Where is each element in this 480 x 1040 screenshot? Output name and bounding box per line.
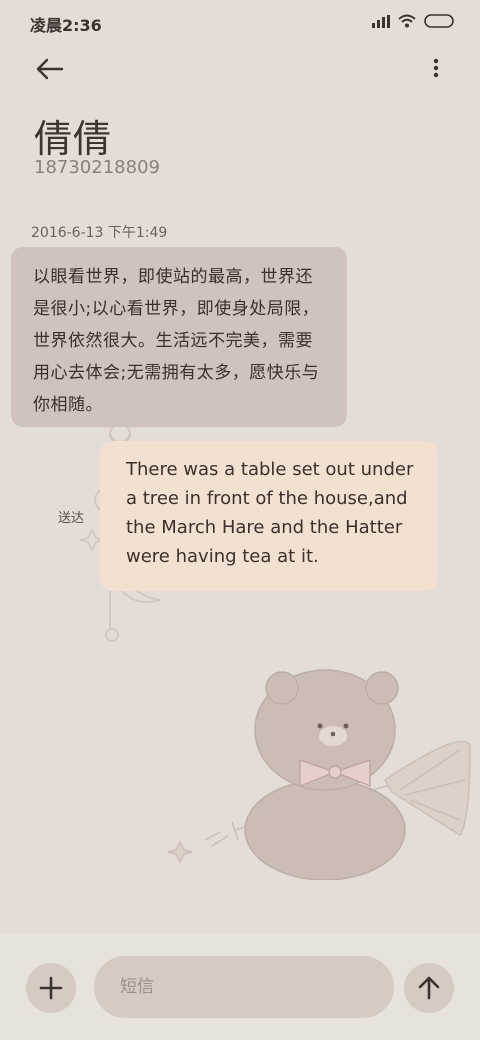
message-input[interactable]	[118, 976, 370, 998]
send-button[interactable]	[404, 963, 454, 1013]
add-attachment-button[interactable]	[26, 963, 76, 1013]
more-options-button[interactable]	[428, 52, 444, 86]
more-vertical-icon	[433, 58, 439, 78]
plus-icon	[39, 976, 63, 1000]
status-icons	[372, 12, 454, 30]
outgoing-message-text: There was a table set out under a tree i…	[126, 459, 414, 567]
status-time: 凌晨2:36	[30, 16, 102, 35]
outgoing-message-bubble[interactable]: There was a table set out under a tree i…	[100, 441, 438, 591]
arrow-left-icon	[36, 58, 64, 80]
bear-illustration-icon	[167, 669, 471, 880]
status-bar: 凌晨2:36	[0, 0, 480, 42]
top-bar	[0, 46, 480, 92]
composer-bar	[0, 934, 480, 1040]
incoming-message-text: 以眼看世界，即使站的最高，世界还是很小;以心看世界，即使身处局限，世界依然很大。…	[33, 267, 320, 415]
message-timestamp: 2016-6-13 下午1:49	[31, 225, 168, 241]
back-button[interactable]	[30, 52, 70, 86]
battery-icon	[424, 14, 454, 28]
signal-icon	[372, 14, 390, 28]
wifi-icon	[398, 14, 416, 28]
contact-number[interactable]: 18730218809	[34, 157, 160, 178]
contact-name: 倩倩	[34, 117, 113, 161]
arrow-up-icon	[418, 976, 440, 1000]
incoming-message-bubble[interactable]: 以眼看世界，即使站的最高，世界还是很小;以心看世界，即使身处局限，世界依然很大。…	[11, 247, 347, 427]
delivery-status: 送达	[58, 511, 85, 526]
message-input-container[interactable]	[94, 956, 394, 1018]
